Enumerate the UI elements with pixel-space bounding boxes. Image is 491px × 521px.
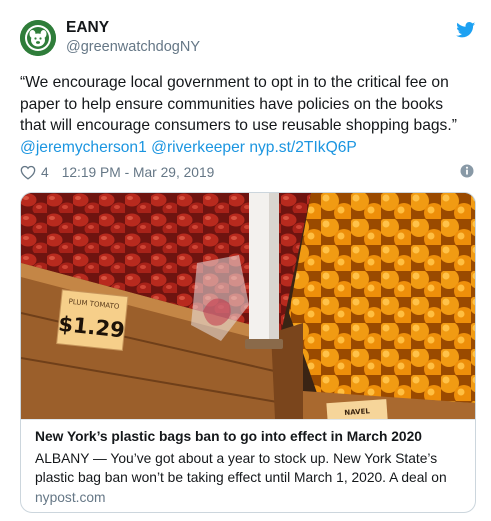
twitter-bird-icon[interactable] [456,22,476,38]
price-sign: PLUM TOMATO $1.29 [56,289,129,351]
dog-logo-icon [20,20,56,56]
short-url-link[interactable]: nyp.st/2TIkQ6P [249,139,356,156]
mention-link[interactable]: @riverkeeper [151,139,245,156]
tweet-line: paper to help ensure communities have po… [20,95,444,113]
card-domain: nypost.com [35,490,106,505]
tweet-line: that will encourage consumers to use reu… [20,117,457,134]
link-card[interactable]: PLUM TOMATO $1.29 NAVEL New York’s plast… [20,192,476,513]
card-description-line: ALBANY — You’ve got about a year to stoc… [35,451,438,466]
card-title: New York’s plastic bags ban to go into e… [35,429,422,444]
tweet-links-line: @jeremycherson1 @riverkeeper nyp.st/2TIk… [20,137,480,159]
info-icon[interactable] [460,164,474,178]
heart-icon[interactable] [20,165,36,180]
timestamp-link[interactable]: 12:19 PM - Mar 29, 2019 [62,165,215,180]
user-handle[interactable]: @greenwatchdogNY [66,39,200,55]
tweet-meta: 4 12:19 PM - Mar 29, 2019 [20,163,214,181]
avatar[interactable] [20,20,56,56]
card-description: ALBANY — You’ve got about a year to stoc… [35,449,465,487]
like-count[interactable]: 4 [41,165,49,180]
card-description-line: plastic bag ban won’t be taking effect u… [35,470,447,485]
display-name[interactable]: EANY [66,19,109,37]
card-body: New York’s plastic bags ban to go into e… [21,419,475,512]
tweet-text: “We encourage local government to opt in… [20,72,480,158]
embedded-tweet: EANY @greenwatchdogNY “We encourage loca… [0,0,491,521]
tweet-line: “We encourage local government to opt in… [20,74,449,91]
mention-link[interactable]: @jeremycherson1 [20,139,147,156]
card-image: PLUM TOMATO $1.29 NAVEL [21,193,475,419]
